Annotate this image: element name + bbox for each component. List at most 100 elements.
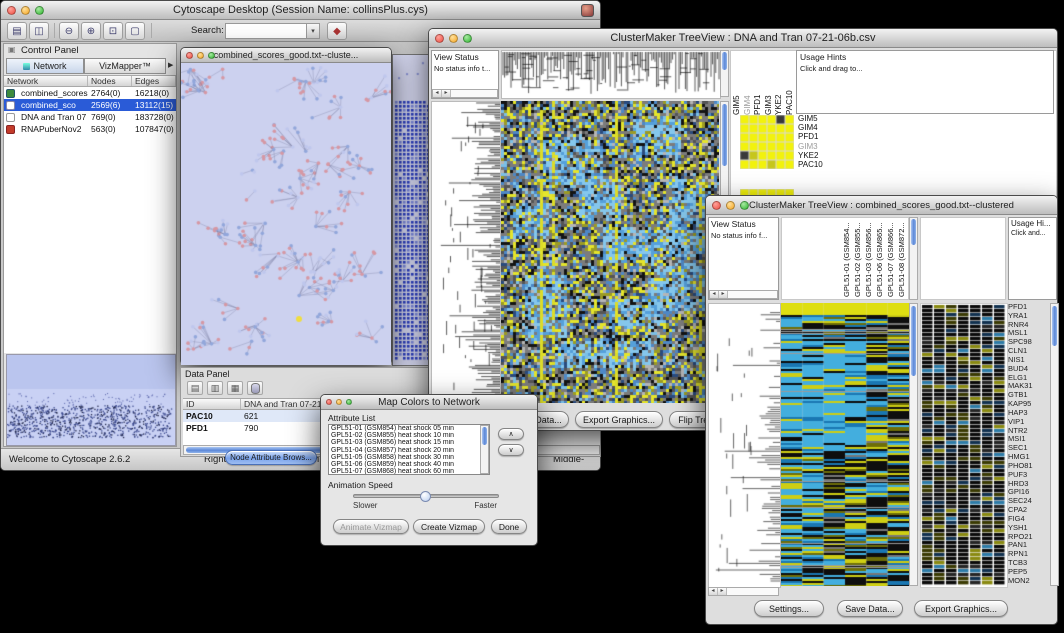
scroll-track[interactable]: [451, 90, 497, 97]
database-icon[interactable]: [247, 381, 263, 395]
zoom-button[interactable]: [208, 52, 215, 59]
matrix-gene-label[interactable]: GIM4: [798, 123, 823, 132]
gene-label[interactable]: SPC98: [1008, 338, 1050, 347]
minimize-button[interactable]: [336, 399, 342, 405]
move-up-button[interactable]: ∧: [498, 428, 524, 440]
close-button[interactable]: [326, 399, 332, 405]
labels-vscrollbar[interactable]: [909, 217, 918, 300]
speed-slider-thumb[interactable]: [420, 491, 431, 502]
panel-dock-icon[interactable]: ▣: [8, 45, 17, 56]
matrix-gene-label[interactable]: GIM5: [798, 114, 823, 123]
list-vscrollbar[interactable]: [480, 425, 489, 474]
attribute-item[interactable]: GPL51-04 (GSM857) heat shock 20 min: [329, 447, 479, 454]
main-titlebar[interactable]: Cytoscape Desktop (Session Name: collins…: [1, 1, 600, 20]
attribute-item[interactable]: GPL51-02 (GSM855) heat shock 10 min: [329, 432, 479, 439]
gene-label[interactable]: NIS1: [1008, 356, 1050, 365]
mini-hscrollbar[interactable]: ◂ ▸: [708, 587, 779, 596]
minimize-button[interactable]: [449, 34, 458, 43]
gene-label[interactable]: GPI16: [1008, 488, 1050, 497]
attribute-item[interactable]: GPL51-05 (GSM858) heat shock 30 min: [329, 454, 479, 461]
gene-label[interactable]: CLN1: [1008, 347, 1050, 356]
gene-label[interactable]: BUD4: [1008, 365, 1050, 374]
scroll-right-arrow[interactable]: ▸: [718, 588, 727, 595]
network-row[interactable]: combined_scores 2764(0) 16218(0): [4, 87, 176, 99]
network-row[interactable]: RNAPuberNov2 563(0) 107847(0): [4, 123, 176, 135]
done-button[interactable]: Done: [491, 519, 527, 534]
gene-label[interactable]: MON2: [1008, 577, 1050, 586]
birdseye-view-canvas[interactable]: [6, 354, 176, 446]
gene-label[interactable]: RPO21: [1008, 533, 1050, 542]
matrix-gene-label[interactable]: PFD1: [798, 132, 823, 141]
heatmap-canvas[interactable]: [501, 101, 719, 403]
zoom-button[interactable]: [346, 399, 352, 405]
heatmap-canvas[interactable]: [781, 303, 909, 586]
gene-label[interactable]: YSH1: [1008, 524, 1050, 533]
create-vizmap-button[interactable]: Create Vizmap: [413, 519, 485, 534]
gene-label[interactable]: SEC24: [1008, 497, 1050, 506]
gene-label[interactable]: PUF3: [1008, 471, 1050, 480]
network-row[interactable]: DNA and Tran 07 769(0) 183728(0): [4, 111, 176, 123]
scroll-right-arrow[interactable]: ▸: [719, 291, 728, 298]
scroll-thumb[interactable]: [1052, 306, 1057, 346]
zoom-button[interactable]: [35, 6, 44, 15]
gene-label[interactable]: MAK31: [1008, 382, 1050, 391]
matrix-gene-label[interactable]: PAC10: [798, 160, 823, 169]
node-attribute-browser-button[interactable]: Node Attribute Brows...: [225, 450, 317, 465]
row-dendrogram-canvas[interactable]: [708, 303, 781, 588]
save-session-icon[interactable]: ◫: [29, 22, 49, 40]
minimize-button[interactable]: [21, 6, 30, 15]
dialog-titlebar[interactable]: Map Colors to Network: [321, 395, 537, 410]
correlation-matrix-canvas[interactable]: [740, 115, 794, 169]
dendrogram-vscrollbar[interactable]: [720, 50, 729, 97]
scroll-left-arrow[interactable]: ◂: [710, 291, 719, 298]
gene-label[interactable]: ELG1: [1008, 374, 1050, 383]
network-view-canvas[interactable]: [181, 63, 391, 365]
gene-label[interactable]: GTB1: [1008, 391, 1050, 400]
open-session-icon[interactable]: ▤: [7, 22, 27, 40]
settings-button[interactable]: Settings...: [754, 600, 824, 617]
speed-slider-track[interactable]: [353, 494, 499, 498]
gene-label[interactable]: SEC1: [1008, 444, 1050, 453]
attribute-table-icon[interactable]: ▤: [187, 381, 203, 395]
scroll-right-arrow[interactable]: ▸: [442, 90, 451, 97]
close-button[interactable]: [435, 34, 444, 43]
save-data-button[interactable]: Save Data...: [837, 600, 903, 617]
move-down-button[interactable]: ∨: [498, 444, 524, 456]
gene-label[interactable]: CPA2: [1008, 506, 1050, 515]
vizmapper-icon[interactable]: ◆: [327, 22, 347, 40]
attribute-grid-icon[interactable]: ▦: [227, 381, 243, 395]
matrix-gene-label[interactable]: YKE2: [798, 151, 823, 160]
search-dropdown-arrow[interactable]: ▾: [307, 23, 320, 39]
attribute-listbox[interactable]: GPL51-01 (GSM854) heat shock 05 minGPL51…: [328, 424, 490, 475]
close-button[interactable]: [7, 6, 16, 15]
zoom-button[interactable]: [740, 201, 749, 210]
scroll-thumb[interactable]: [482, 427, 487, 445]
gene-label[interactable]: RNR4: [1008, 321, 1050, 330]
scroll-thumb[interactable]: [911, 306, 916, 376]
tab-vizmapper[interactable]: VizMapper™: [84, 58, 166, 74]
gene-label[interactable]: HAP3: [1008, 409, 1050, 418]
scroll-track[interactable]: [727, 588, 778, 595]
zoom-selected-icon[interactable]: ▢: [125, 22, 145, 40]
gene-label[interactable]: HMG1: [1008, 453, 1050, 462]
heatmap-vscrollbar[interactable]: [909, 303, 918, 586]
mini-hscrollbar[interactable]: ◂ ▸: [709, 290, 778, 299]
attribute-item[interactable]: GPL51-07 (GSM868) heat shock 60 min: [329, 468, 479, 475]
gene-label[interactable]: PHO81: [1008, 462, 1050, 471]
attribute-select-icon[interactable]: ▥: [207, 381, 223, 395]
gene-label[interactable]: RPN1: [1008, 550, 1050, 559]
scroll-thumb[interactable]: [722, 52, 727, 70]
treeview-dna-titlebar[interactable]: ClusterMaker TreeView : DNA and Tran 07-…: [429, 29, 1057, 48]
network-view-titlebar[interactable]: combined_scores_good.txt--cluste...: [181, 48, 391, 63]
export-graphics-button[interactable]: Export Graphics...: [914, 600, 1008, 617]
gene-label[interactable]: FIG4: [1008, 515, 1050, 524]
zoom-out-icon[interactable]: ⊖: [59, 22, 79, 40]
export-graphics-button[interactable]: Export Graphics...: [575, 411, 663, 428]
scroll-left-arrow[interactable]: ◂: [709, 588, 718, 595]
gene-label[interactable]: HRD3: [1008, 480, 1050, 489]
tab-overflow-arrow[interactable]: ▶: [168, 61, 173, 69]
search-input[interactable]: [225, 23, 307, 39]
scroll-thumb[interactable]: [911, 219, 916, 245]
secondary-heatmap-canvas[interactable]: [920, 303, 1008, 588]
scroll-thumb[interactable]: [722, 104, 727, 166]
